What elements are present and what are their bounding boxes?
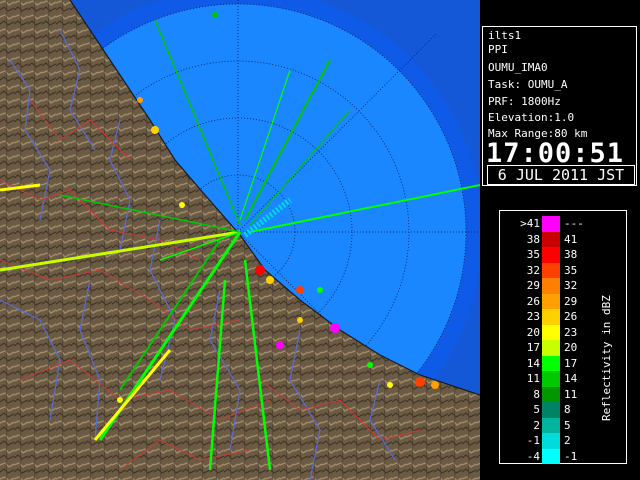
legend-row: 32 35 xyxy=(506,262,590,278)
legend-row: 14 17 xyxy=(506,355,590,371)
legend-lower-value: 2 xyxy=(533,418,540,432)
radar-ppi-map xyxy=(0,0,480,480)
legend-lower-value: 29 xyxy=(526,279,540,292)
legend-lower-value: -1 xyxy=(526,434,540,447)
legend-row: 29 32 xyxy=(506,278,590,294)
legend-upper-value: 8 xyxy=(564,403,571,416)
legend-swatch xyxy=(542,278,560,294)
legend-title: Reflectivity in dBZ xyxy=(600,295,613,421)
legend-swatch xyxy=(542,417,560,433)
legend-upper-value: 2 xyxy=(564,434,571,447)
legend-swatch xyxy=(542,340,560,356)
legend-upper-value: 23 xyxy=(564,325,578,339)
legend-lower-value: 32 xyxy=(526,263,540,277)
legend-row: 38 41 xyxy=(506,231,590,247)
legend-upper-value: 20 xyxy=(564,341,578,354)
legend-upper-value: 26 xyxy=(564,310,578,323)
legend-row: -4 -1 xyxy=(506,448,590,464)
legend-row: 8 11 xyxy=(506,386,590,402)
legend-row: >41 --- xyxy=(506,216,590,232)
legend-lower-value: 14 xyxy=(526,356,540,370)
legend-swatch xyxy=(542,231,560,247)
legend-upper-value: --- xyxy=(564,217,584,230)
legend-lower-value: 26 xyxy=(526,294,540,308)
legend-upper-value: 38 xyxy=(564,248,578,261)
legend-swatch xyxy=(542,386,560,402)
legend-upper-value: 29 xyxy=(564,294,578,308)
legend-upper-value: 17 xyxy=(564,356,578,370)
legend-lower-value: 8 xyxy=(533,387,540,401)
legend-upper-value: 14 xyxy=(564,372,578,385)
legend-lower-value: 38 xyxy=(526,232,540,246)
legend-lower-value: 11 xyxy=(526,372,540,385)
legend-row: 35 38 xyxy=(506,247,590,263)
legend-upper-value: 35 xyxy=(564,263,578,277)
legend-swatch xyxy=(542,216,560,232)
legend-row: 11 14 xyxy=(506,371,590,387)
legend-upper-value: 41 xyxy=(564,232,578,246)
legend-swatch xyxy=(542,247,560,263)
legend-upper-value: -1 xyxy=(564,449,578,463)
legend-swatch xyxy=(542,433,560,449)
legend-swatch xyxy=(542,448,560,464)
legend-swatch xyxy=(542,262,560,278)
legend-swatch xyxy=(542,324,560,340)
legend-lower-value: 35 xyxy=(526,248,540,261)
legend-row: 20 23 xyxy=(506,324,590,340)
legend-upper-value: 11 xyxy=(564,387,578,401)
legend-lower-value: 17 xyxy=(526,341,540,354)
legend-lower-value: -4 xyxy=(526,449,540,463)
elevation-value: Elevation:1.0 xyxy=(488,111,575,124)
legend-row: 23 26 xyxy=(506,309,590,325)
legend-swatch xyxy=(542,371,560,387)
legend-lower-value: >41 xyxy=(520,217,540,230)
legend-row: 26 29 xyxy=(506,293,590,309)
legend-lower-value: 20 xyxy=(526,325,540,339)
reflectivity-legend: >41 --- 38 41 35 38 32 35 29 32 26 29 23 26 20 23 17 20 14… xyxy=(499,210,627,464)
product-type: PPI xyxy=(488,43,508,56)
observation-date: 6 JUL 2011 JST xyxy=(487,165,635,185)
legend-lower-value: 5 xyxy=(533,403,540,416)
legend-swatch xyxy=(542,293,560,309)
legend-row: -1 2 xyxy=(506,433,590,449)
legend-lower-value: 23 xyxy=(526,310,540,323)
legend-upper-value: 32 xyxy=(564,279,578,292)
site-name: OUMU_IMA0 xyxy=(488,61,548,74)
legend-upper-value: 5 xyxy=(564,418,571,432)
legend-swatch xyxy=(542,355,560,371)
legend-swatch xyxy=(542,402,560,418)
legend-row: 25 xyxy=(506,417,590,433)
legend-row: 17 20 xyxy=(506,340,590,356)
prf-value: PRF: 1800Hz xyxy=(488,95,561,108)
radar-name: ilts1 xyxy=(488,29,522,42)
legend-swatch xyxy=(542,309,560,325)
legend-row: 58 xyxy=(506,402,590,418)
task-name: Task: OUMU_A xyxy=(488,78,568,91)
